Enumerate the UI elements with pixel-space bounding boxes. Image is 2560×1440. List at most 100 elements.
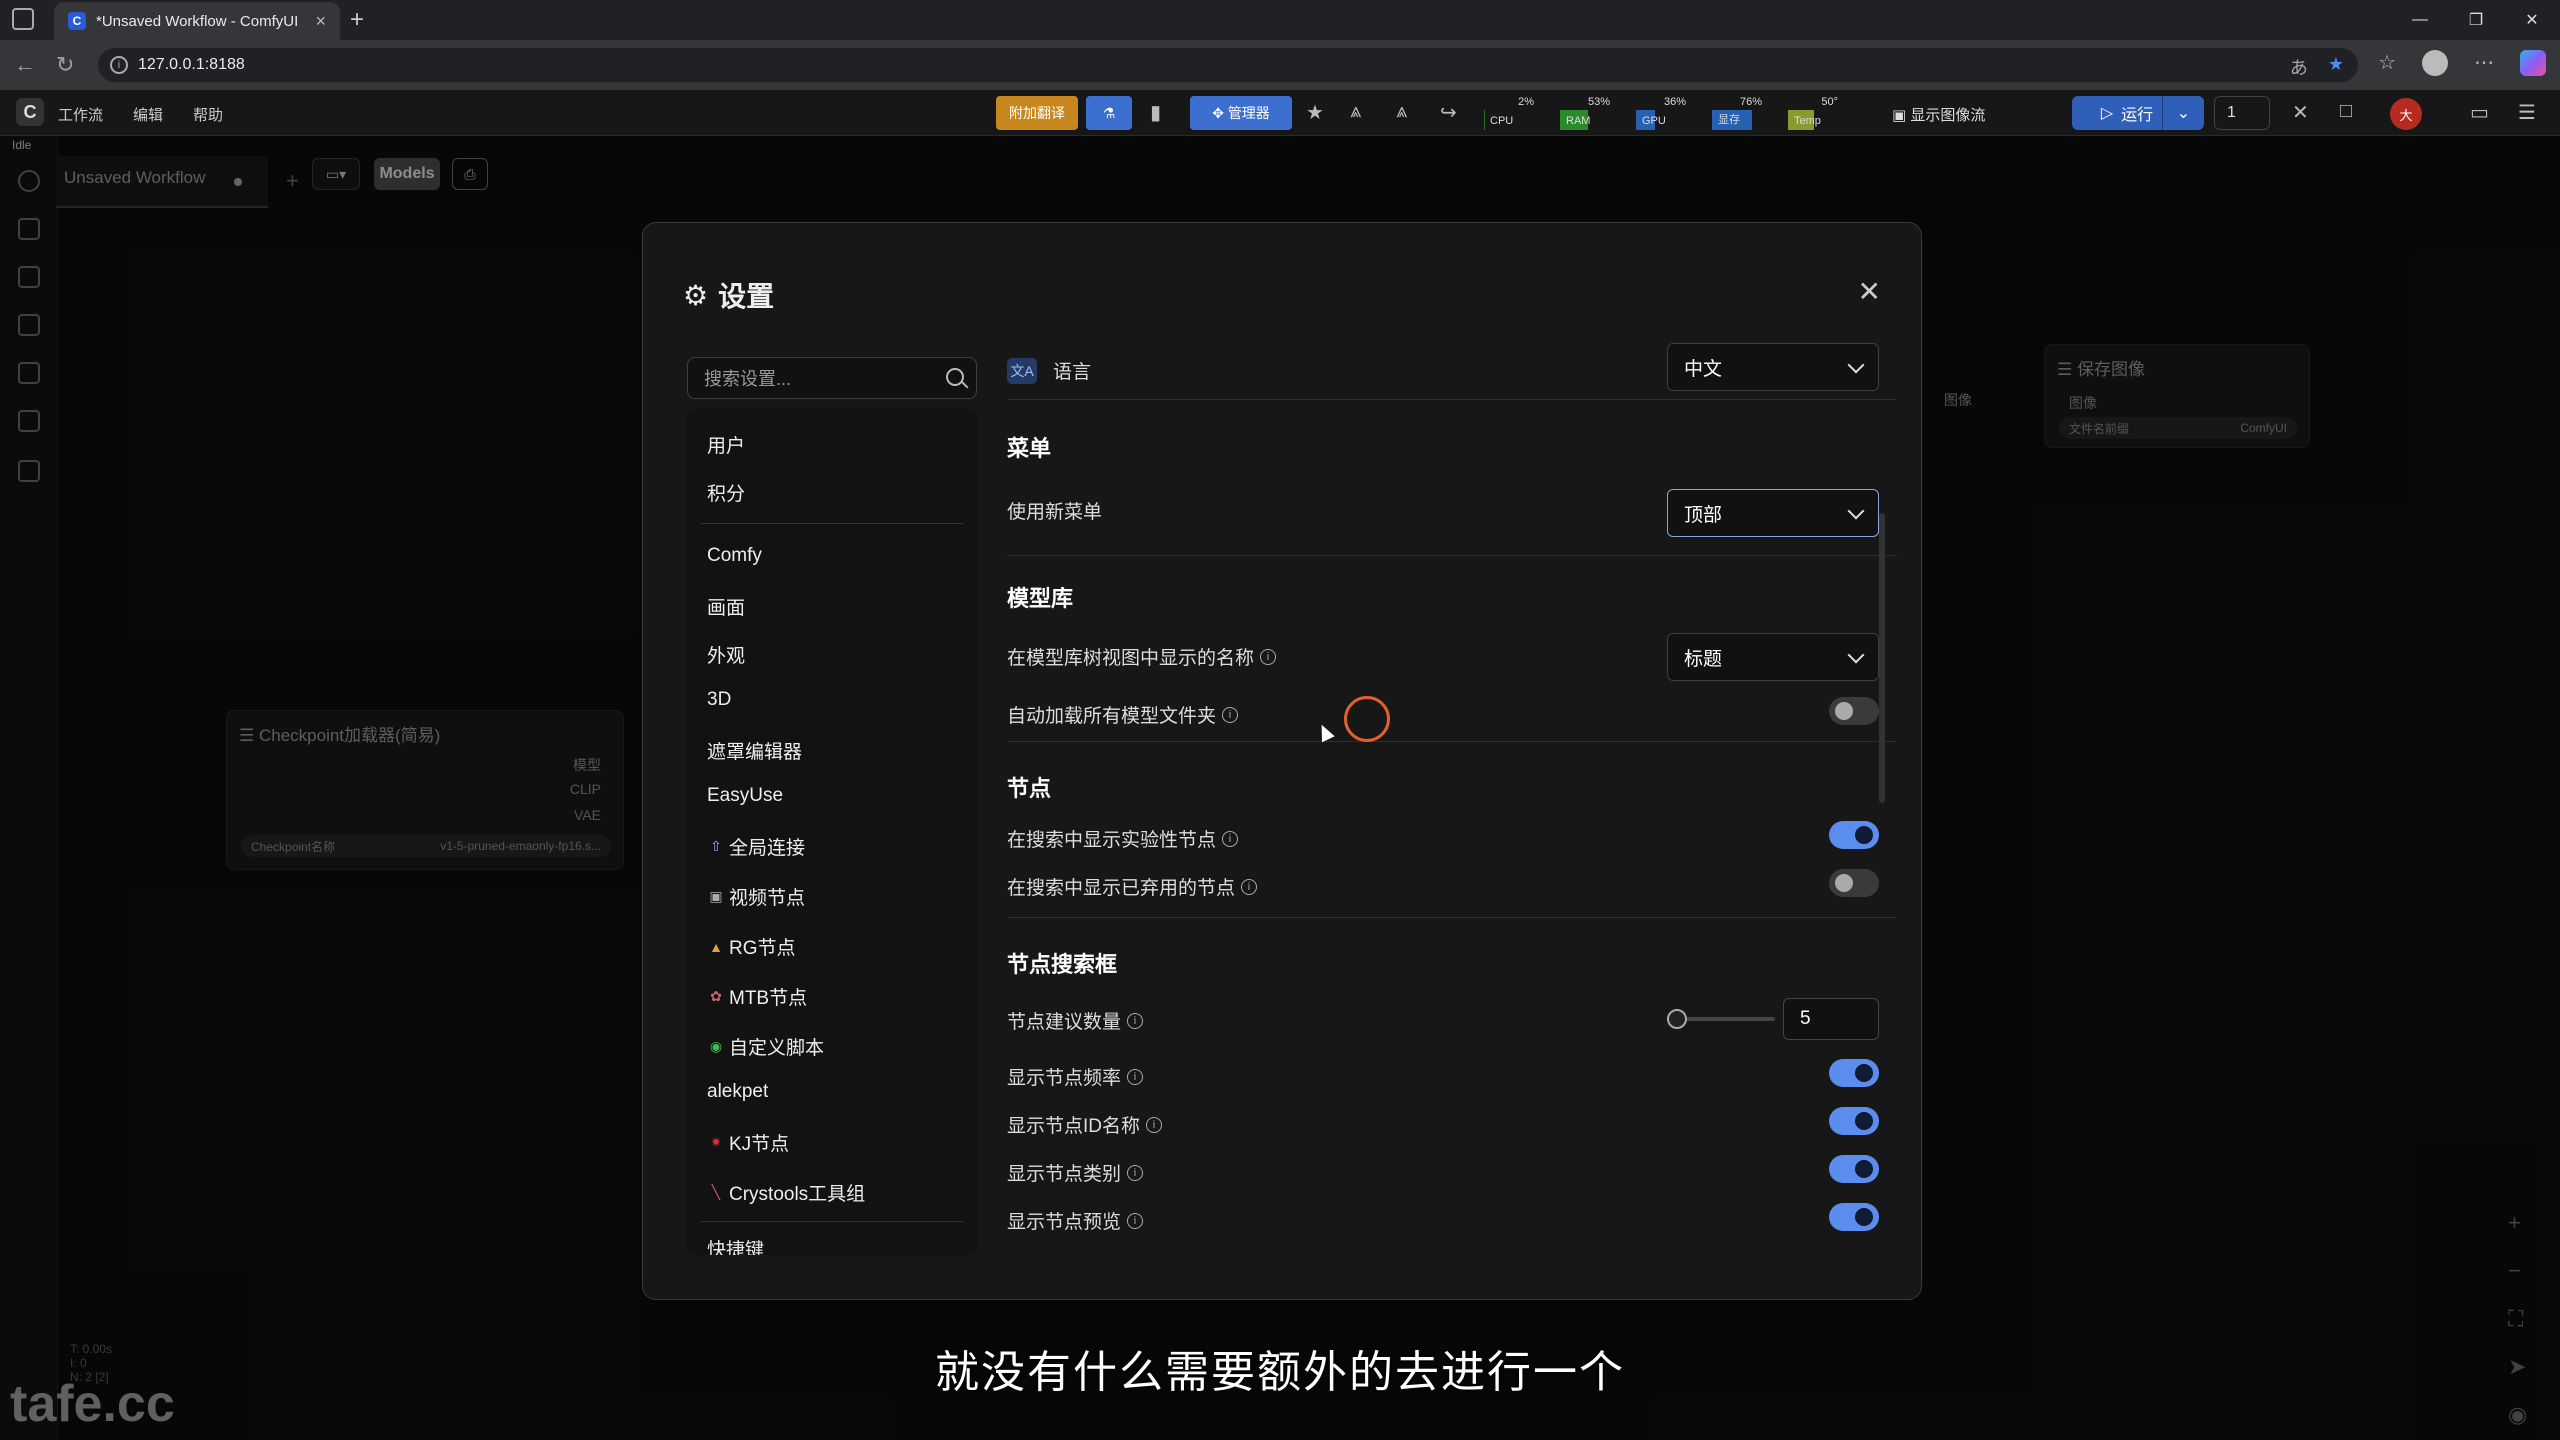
category-3d[interactable]: 3D [707,689,731,711]
category-user[interactable]: 用户 [707,431,745,458]
menu-help[interactable]: 帮助 [193,104,223,125]
auto-load-models-text: 自动加载所有模型文件夹 [1007,706,1217,727]
mtb-nodes-icon: ✿ [710,988,722,1004]
model-name-display-select[interactable]: 标题 [1667,633,1879,681]
settings-title: ⚙ 设置 [683,275,774,315]
translate-page-icon[interactable]: あ [2290,54,2308,80]
show-category-label: 显示节点类别 i [1007,1159,1144,1186]
info-icon[interactable]: i [1146,1116,1163,1133]
divider [1007,741,1897,742]
close-icon[interactable]: ✕ [1858,275,1881,308]
sidebar-toggle-icon[interactable] [12,8,34,30]
info-icon[interactable]: i [1127,1164,1144,1181]
show-experimental-label: 在搜索中显示实验性节点 i [1007,825,1239,852]
show-preview-toggle[interactable] [1829,1203,1879,1231]
info-icon[interactable]: i [1127,1212,1144,1229]
settings-search-input[interactable]: 搜索设置... [687,357,977,399]
category-kj-nodes[interactable]: ✷ KJ节点 [707,1129,789,1156]
star-icon[interactable]: ★ [1306,100,1324,125]
category-video-nodes[interactable]: ▣ 视频节点 [707,883,805,910]
show-deprecated-toggle[interactable] [1829,869,1879,897]
show-deprecated-text: 在搜索中显示已弃用的节点 [1007,878,1236,899]
close-window-button[interactable]: ✕ [2504,0,2560,40]
browser-tab[interactable]: C *Unsaved Workflow - ComfyUI × [54,2,340,40]
category-easyuse[interactable]: EasyUse [707,785,783,807]
category-canvas[interactable]: 画面 [707,593,745,620]
bookmark-icon[interactable]: ▮ [1150,100,1161,125]
gear-icon: ⚙ [683,279,709,311]
bookmark-star-icon[interactable]: ★ [2328,54,2344,80]
info-icon[interactable]: i [1222,830,1239,847]
vram-value: 76% [1739,96,1762,108]
cpu-bar [1484,110,1486,130]
translate-icon: 文A [1007,357,1037,384]
category-comfy[interactable]: Comfy [707,545,762,567]
category-crystools[interactable]: ╲ Crystools工具组 [707,1179,865,1206]
category-appearance[interactable]: 外观 [707,641,745,668]
kj-nodes-icon: ✷ [710,1134,722,1150]
manager-button[interactable]: ✥ 管理器 [1190,96,1292,130]
copilot-icon[interactable] [2520,50,2546,76]
cancel-icon[interactable]: ✕ [2292,100,2309,125]
show-frequency-toggle[interactable] [1829,1059,1879,1087]
hamburger-icon[interactable]: ☰ [2518,100,2536,125]
back-icon[interactable]: ← [14,52,36,78]
divider [1007,917,1897,918]
favorites-icon[interactable]: ☆ [2378,50,2396,76]
reload-icon[interactable]: ↻ [56,52,74,78]
user-avatar[interactable]: 大 [2390,98,2422,130]
category-rg-nodes[interactable]: ▲ RG节点 [707,933,795,960]
use-new-menu-select[interactable]: 顶部 [1667,489,1879,537]
suggestion-count-input[interactable]: 5 [1783,998,1879,1040]
category-keybinding[interactable]: 快捷键 [707,1235,764,1255]
stop-icon[interactable]: □ [2340,100,2352,123]
show-experimental-toggle[interactable] [1829,821,1879,849]
info-icon[interactable]: i [1241,878,1258,895]
flask-button[interactable]: ⚗ [1086,96,1132,130]
site-info-icon[interactable]: i [110,56,128,74]
settings-scrollbar[interactable] [1879,513,1885,803]
run-mode-dropdown[interactable]: ⌄ [2162,96,2204,130]
tool-a-icon[interactable]: ⩓ [1350,100,1361,123]
category-credits[interactable]: 积分 [707,479,745,506]
new-tab-button[interactable]: + [350,6,364,34]
category-custom-scripts[interactable]: ◉ 自定义脚本 [707,1033,824,1060]
vram-monitor: 显存 76% [1712,96,1764,130]
minimize-button[interactable]: — [2392,0,2448,40]
category-alekpet[interactable]: alekpet [707,1081,768,1103]
tab-close-icon[interactable]: × [315,11,326,32]
info-icon[interactable]: i [1127,1012,1144,1029]
category-global-link[interactable]: ⇧ 全局连接 [707,833,805,860]
share-icon[interactable]: ↪ [1440,100,1457,125]
panel-icon[interactable]: ▭ [2470,100,2489,125]
show-image-feed-toggle[interactable]: ▣ 显示图像流 [1892,104,1985,125]
profile-avatar[interactable] [2422,50,2448,76]
translate-button[interactable]: 附加翻译 [996,96,1078,130]
more-icon[interactable]: ⋯ [2474,50,2494,76]
menu-edit[interactable]: 编辑 [133,104,163,125]
custom-scripts-icon: ◉ [709,1038,723,1054]
settings-title-text: 设置 [718,281,775,312]
suggestion-count-slider[interactable] [1675,1017,1775,1021]
language-select[interactable]: 中文 [1667,343,1879,391]
info-icon[interactable]: i [1127,1068,1144,1085]
cpu-value: 2% [1518,96,1534,108]
category-label: 画面 [707,598,746,619]
show-category-toggle[interactable] [1829,1155,1879,1183]
batch-count-value: 1 [2227,104,2236,121]
url-field[interactable]: i 127.0.0.1:8188 あ ★ [98,48,2358,82]
slider-handle[interactable] [1667,1009,1687,1029]
category-mtb-nodes[interactable]: ✿ MTB节点 [707,983,807,1010]
batch-count-input[interactable]: 1 [2214,96,2270,130]
restore-button[interactable]: ❐ [2448,0,2504,40]
comfy-logo-icon[interactable]: C [16,98,44,126]
auto-load-models-toggle[interactable] [1829,697,1879,725]
info-icon[interactable]: i [1260,648,1277,665]
tool-b-icon[interactable]: ⩓ [1396,100,1407,123]
use-new-menu-value: 顶部 [1684,504,1723,526]
category-mask-editor[interactable]: 遮罩编辑器 [707,737,802,764]
menu-workflow[interactable]: 工作流 [58,104,103,125]
show-preview-text: 显示节点预览 [1007,1212,1122,1233]
show-id-name-toggle[interactable] [1829,1107,1879,1135]
info-icon[interactable]: i [1222,706,1239,723]
